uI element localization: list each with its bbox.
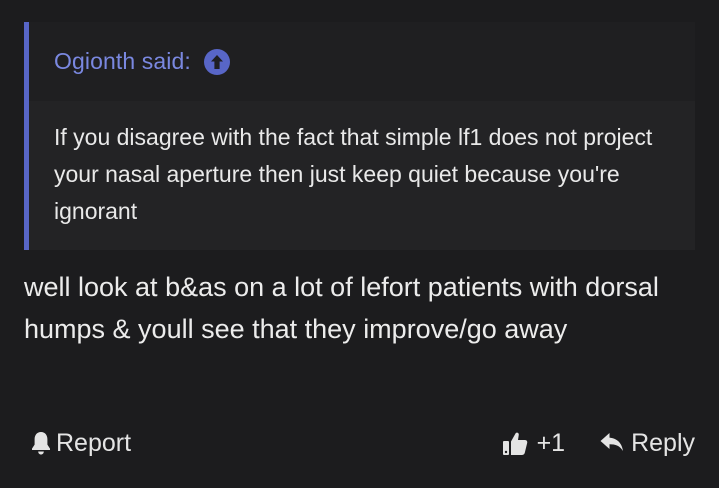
report-label: Report	[56, 428, 132, 457]
quote-header: Ogionth said:	[29, 22, 695, 101]
reply-button[interactable]: Reply	[599, 429, 695, 458]
quote-block: Ogionth said: If you disagree with the f…	[24, 22, 695, 250]
thumbs-up-icon	[501, 429, 529, 457]
bell-icon	[30, 430, 52, 456]
arrow-up-circle-icon[interactable]	[203, 48, 230, 75]
quote-author-link[interactable]: Ogionth said:	[54, 48, 191, 75]
reply-label: Reply	[631, 428, 695, 457]
like-count: +1	[536, 428, 566, 457]
report-button[interactable]: Report	[30, 429, 131, 458]
like-button[interactable]: +1	[501, 428, 566, 458]
quote-text: If you disagree with the fact that simpl…	[54, 124, 653, 224]
post-footer: Report +1 Reply	[30, 422, 695, 464]
reply-arrow-icon	[599, 431, 625, 455]
post-message: well look at b&as on a lot of lefort pat…	[24, 272, 659, 344]
